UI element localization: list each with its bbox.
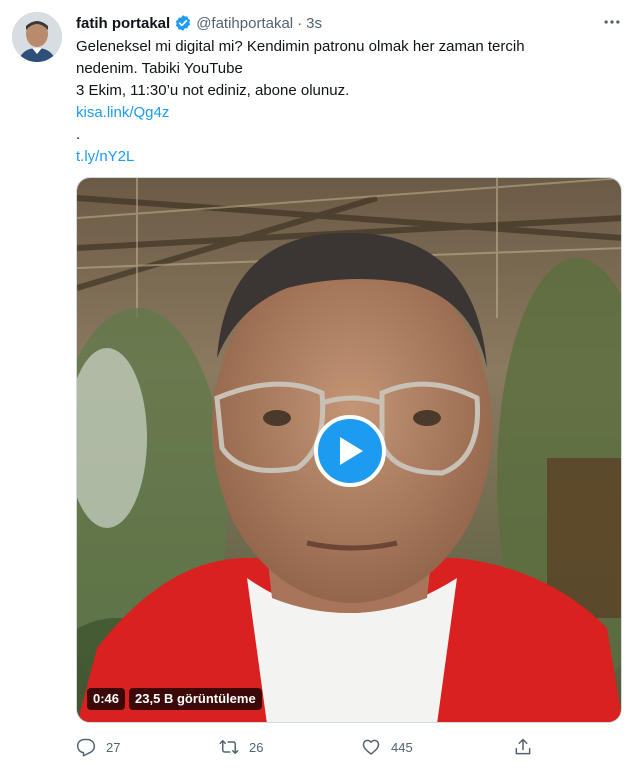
- tweet-text-line: 3 Ekim, 11:30’u not ediniz, abone olunuz…: [76, 82, 350, 99]
- tweet-link[interactable]: t.ly/nY2L: [76, 146, 616, 168]
- display-name[interactable]: fatih portakal: [76, 15, 170, 32]
- video-duration: 0:46: [87, 688, 126, 710]
- video-player[interactable]: 0:46 23,5 B görüntüleme: [76, 177, 622, 723]
- retweet-button[interactable]: 26: [219, 735, 263, 759]
- avatar[interactable]: [12, 12, 62, 62]
- tweet-text-line: Geleneksel mi digital mi? Kendimin patro…: [76, 38, 525, 55]
- avatar-image: [12, 12, 62, 62]
- verified-badge-icon: [174, 14, 192, 32]
- play-button[interactable]: [314, 415, 386, 487]
- tweet-card[interactable]: fatih portakal @fatihportakal · 3s Gelen…: [0, 0, 640, 775]
- tweet-timestamp[interactable]: 3s: [306, 15, 322, 32]
- like-count: 445: [391, 739, 413, 755]
- user-handle[interactable]: @fatihportakal: [196, 15, 293, 32]
- like-button[interactable]: 445: [361, 735, 413, 759]
- heart-icon: [362, 739, 380, 755]
- reply-count: 27: [106, 739, 121, 755]
- video-info: 0:46 23,5 B görüntüleme: [87, 688, 262, 710]
- tweet-header: fatih portakal @fatihportakal · 3s: [76, 12, 322, 34]
- share-icon: [515, 738, 531, 755]
- tweet-text-dot: .: [76, 126, 81, 143]
- tweet-link[interactable]: kisa.link/Qg4z: [76, 102, 616, 124]
- header-separator: ·: [297, 14, 303, 32]
- reply-button[interactable]: 27: [76, 735, 120, 759]
- tweet-actions: 27 26 445: [76, 735, 546, 759]
- tweet-text: Geleneksel mi digital mi? Kendimin patro…: [76, 36, 616, 168]
- retweet-count: 26: [249, 739, 264, 755]
- play-icon: [340, 437, 363, 465]
- retweet-icon: [219, 740, 239, 754]
- tweet-text-line: nedenim. Tabiki YouTube: [76, 60, 243, 77]
- more-horizontal-icon: [604, 20, 620, 24]
- more-options-button[interactable]: [598, 10, 626, 34]
- share-button[interactable]: [513, 735, 533, 759]
- video-views: 23,5 B görüntüleme: [129, 688, 262, 710]
- reply-icon: [76, 738, 96, 757]
